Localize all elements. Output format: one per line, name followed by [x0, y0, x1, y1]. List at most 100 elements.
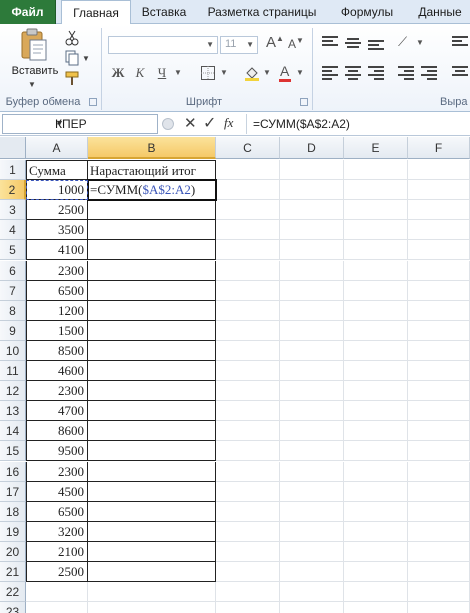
font-name-combo[interactable]: ▼ [108, 36, 218, 54]
borders-icon[interactable] [200, 65, 216, 81]
name-box[interactable]: КПЕР ▼ [2, 114, 158, 134]
column-header-c[interactable]: C [216, 137, 280, 159]
cell[interactable] [216, 361, 280, 382]
cell[interactable] [216, 501, 280, 522]
cell[interactable] [216, 602, 280, 613]
header-cell-sum[interactable]: Сумма [26, 160, 88, 181]
cell[interactable] [280, 160, 344, 181]
cell[interactable] [408, 562, 470, 583]
cell[interactable] [344, 300, 408, 321]
column-header-e[interactable]: E [344, 137, 408, 159]
tab-data[interactable]: Данные [410, 0, 470, 24]
fill-color-icon[interactable] [244, 65, 260, 81]
cell[interactable] [408, 240, 470, 261]
row-header-14[interactable]: 14 [0, 421, 26, 442]
cell[interactable] [216, 401, 280, 422]
cell[interactable] [280, 340, 344, 361]
cell[interactable] [88, 501, 216, 522]
format-painter-icon[interactable] [64, 70, 80, 86]
orientation-icon[interactable]: ⟋ [398, 34, 407, 50]
cell[interactable] [280, 461, 344, 482]
cell[interactable] [88, 582, 216, 603]
cell[interactable] [408, 320, 470, 341]
cell[interactable] [216, 220, 280, 241]
value-cell[interactable]: 1200 [26, 300, 88, 321]
row-header-15[interactable]: 15 [0, 441, 26, 462]
column-header-a[interactable]: A [26, 137, 88, 159]
cell[interactable] [344, 320, 408, 341]
bold-button[interactable]: Ж [108, 64, 128, 82]
cut-icon[interactable] [64, 30, 80, 46]
cell[interactable] [408, 300, 470, 321]
row-header-10[interactable]: 10 [0, 340, 26, 361]
chevron-down-icon[interactable]: ▼ [55, 118, 153, 128]
cell[interactable] [408, 461, 470, 482]
value-cell[interactable]: 2300 [26, 461, 88, 482]
value-cell[interactable]: 4100 [26, 240, 88, 261]
clipboard-dialog-launcher-icon[interactable] [89, 98, 97, 106]
row-header-3[interactable]: 3 [0, 200, 26, 221]
cell[interactable] [216, 481, 280, 502]
value-cell[interactable]: 2300 [26, 381, 88, 402]
tab-formulas[interactable]: Формулы [332, 0, 402, 24]
copy-icon[interactable] [64, 50, 80, 66]
tab-file[interactable]: Файл [0, 0, 56, 24]
cell[interactable] [280, 562, 344, 583]
row-header-11[interactable]: 11 [0, 361, 26, 382]
cell[interactable] [344, 501, 408, 522]
insert-function-icon[interactable]: fx [224, 115, 233, 131]
cell[interactable] [408, 220, 470, 241]
column-header-d[interactable]: D [280, 137, 344, 159]
align-center-icon[interactable] [345, 66, 361, 80]
cell[interactable] [88, 602, 216, 613]
cell[interactable] [216, 320, 280, 341]
row-header-9[interactable]: 9 [0, 320, 26, 341]
cell[interactable] [280, 381, 344, 402]
cancel-entry-icon[interactable]: ✕ [184, 114, 197, 132]
cell[interactable] [344, 441, 408, 462]
cell[interactable] [344, 562, 408, 583]
wrap-text-icon[interactable] [452, 36, 468, 50]
borders-dropdown-icon[interactable]: ▼ [220, 68, 228, 77]
cell[interactable] [216, 521, 280, 542]
cell[interactable] [88, 541, 216, 562]
row-header-8[interactable]: 8 [0, 300, 26, 321]
cell[interactable] [344, 421, 408, 442]
decrease-indent-icon[interactable] [398, 66, 414, 80]
cell[interactable] [344, 260, 408, 281]
cell[interactable] [88, 421, 216, 442]
cell[interactable] [88, 401, 216, 422]
grow-font-icon[interactable]: A▲ [266, 34, 284, 51]
cell[interactable] [344, 461, 408, 482]
value-cell[interactable]: 2500 [26, 562, 88, 583]
font-color-icon[interactable]: A [280, 63, 289, 79]
cell[interactable] [216, 421, 280, 442]
cell[interactable] [216, 582, 280, 603]
cell[interactable] [344, 180, 408, 201]
value-cell[interactable]: 2500 [26, 200, 88, 221]
row-header-18[interactable]: 18 [0, 501, 26, 522]
cell[interactable] [344, 280, 408, 301]
row-header-17[interactable]: 17 [0, 481, 26, 502]
cell[interactable] [88, 340, 216, 361]
cell[interactable] [408, 602, 470, 613]
cell[interactable] [280, 582, 344, 603]
value-cell[interactable]: 8500 [26, 340, 88, 361]
font-dialog-launcher-icon[interactable] [300, 98, 308, 106]
cell[interactable] [88, 461, 216, 482]
formula-input[interactable]: =СУММ($A$2:A2) [246, 114, 468, 134]
row-header-7[interactable]: 7 [0, 280, 26, 301]
row-header-13[interactable]: 13 [0, 401, 26, 422]
value-cell[interactable]: 6500 [26, 280, 88, 301]
cell[interactable] [26, 582, 88, 603]
underline-button[interactable]: Ч [152, 64, 172, 82]
cell[interactable] [408, 280, 470, 301]
value-cell[interactable]: 4700 [26, 401, 88, 422]
shrink-font-icon[interactable]: A▼ [288, 36, 304, 51]
confirm-entry-icon[interactable]: ✓ [203, 113, 216, 133]
cell[interactable] [280, 481, 344, 502]
cell[interactable] [344, 361, 408, 382]
expand-handle-icon[interactable] [162, 118, 174, 130]
cell[interactable] [408, 160, 470, 181]
paste-dropdown-icon[interactable]: ▼ [28, 80, 36, 89]
